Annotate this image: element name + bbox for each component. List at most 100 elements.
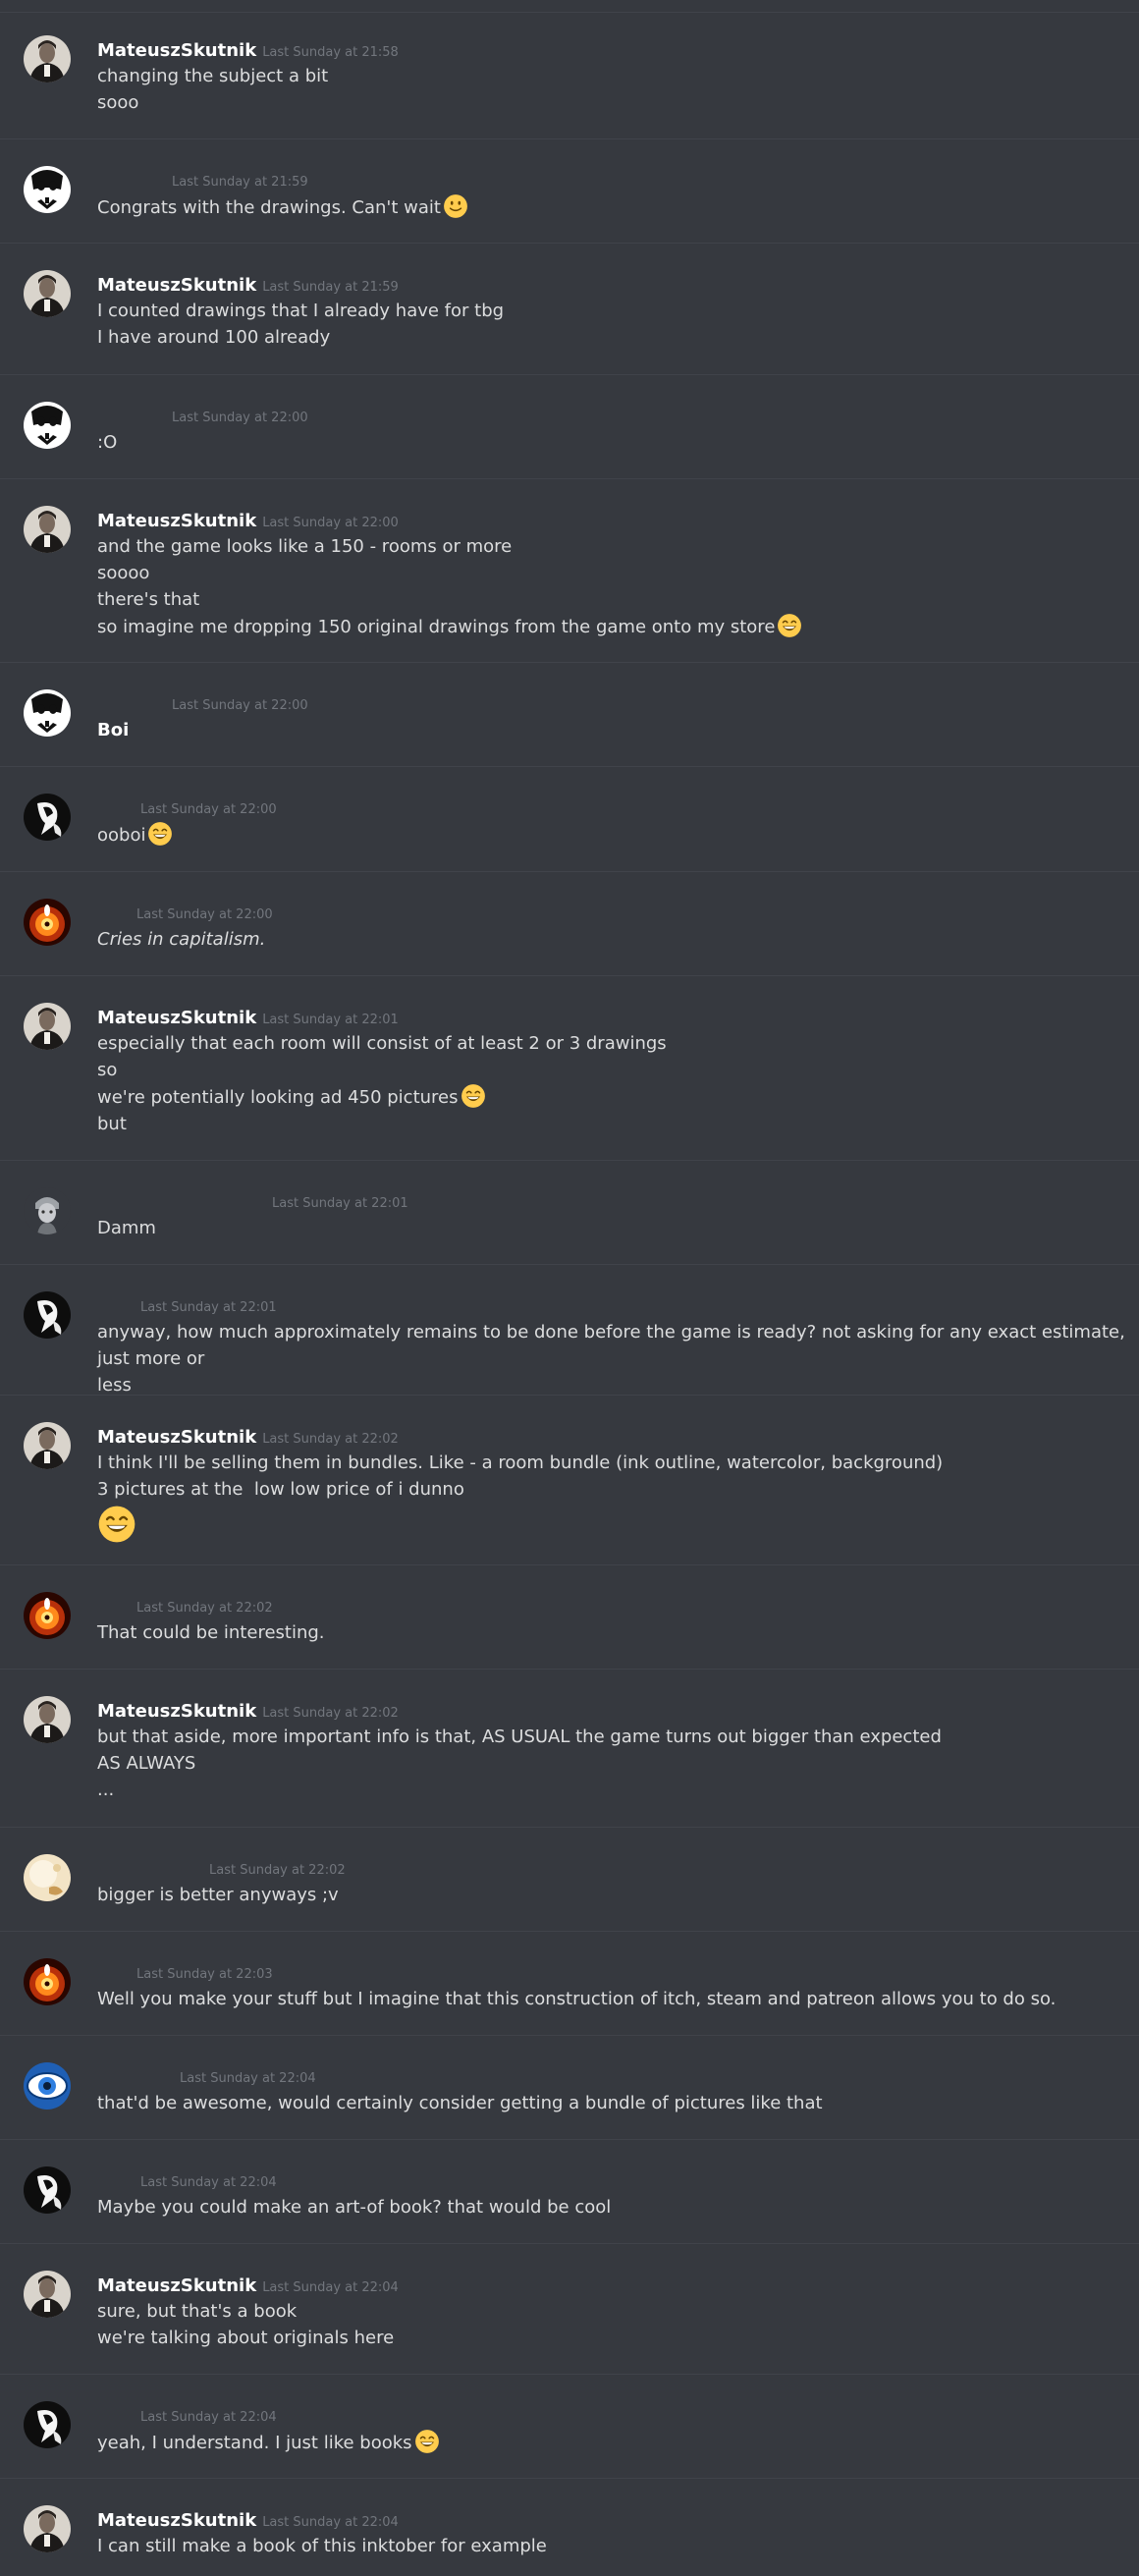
- message-content: sure, but that's a book we're talking abo…: [97, 2298, 1133, 2351]
- timestamp[interactable]: Last Sunday at 22:00: [172, 411, 308, 425]
- message-header: Last Sunday at 22:00: [97, 407, 308, 428]
- timestamp[interactable]: Last Sunday at 22:00: [172, 698, 308, 713]
- message-divider: [0, 766, 1139, 767]
- message-line: there's that: [97, 586, 1133, 613]
- avatar-bw-figure[interactable]: [24, 1291, 71, 1339]
- avatar-mask[interactable]: [24, 166, 71, 213]
- avatar-blue-eye[interactable]: [24, 2062, 71, 2110]
- avatar-fire-eye[interactable]: [24, 1592, 71, 1639]
- message-line: ...: [97, 1777, 1133, 1803]
- timestamp[interactable]: Last Sunday at 22:04: [140, 2175, 277, 2190]
- message-line: Congrats with the drawings. Can't wait: [97, 193, 1133, 221]
- message-header: Last Sunday at 22:01: [97, 1296, 277, 1318]
- grinning-face-icon: [98, 1506, 136, 1543]
- message-divider: [0, 2374, 1139, 2375]
- avatar-cream-circle[interactable]: [24, 1854, 71, 1901]
- timestamp[interactable]: Last Sunday at 22:00: [262, 516, 399, 530]
- message-text: 3 pictures at the low low price of i dun…: [97, 1479, 464, 1500]
- message-line: :O: [97, 429, 1133, 456]
- message-text: bigger is better anyways ;v: [97, 1885, 339, 1905]
- slightly-smiling-face-icon: [444, 194, 467, 218]
- username[interactable]: MateuszSkutnik: [97, 1701, 256, 1722]
- message-line: [97, 1503, 1133, 1546]
- avatar-mask[interactable]: [24, 689, 71, 737]
- message-line: especially that each room will consist o…: [97, 1030, 1133, 1057]
- message-header: Last Sunday at 22:04: [97, 2067, 316, 2089]
- avatar-bw-figure[interactable]: [24, 794, 71, 841]
- timestamp[interactable]: Last Sunday at 21:59: [172, 175, 308, 190]
- message-text: anyway, how much approximately remains t…: [97, 1322, 1131, 1369]
- message-text: Boi: [97, 720, 130, 740]
- message-content: that'd be awesome, would certainly consi…: [97, 2090, 1133, 2116]
- avatar-gray-character[interactable]: [24, 1187, 71, 1234]
- timestamp[interactable]: Last Sunday at 22:04: [140, 2410, 277, 2425]
- avatar-portrait[interactable]: [24, 2505, 71, 2552]
- message-text: and the game looks like a 150 - rooms or…: [97, 536, 513, 557]
- avatar-portrait[interactable]: [24, 270, 71, 317]
- message-divider: [0, 243, 1139, 244]
- timestamp[interactable]: Last Sunday at 22:02: [262, 1706, 399, 1721]
- timestamp[interactable]: Last Sunday at 22:01: [140, 1300, 277, 1315]
- avatar-portrait[interactable]: [24, 506, 71, 553]
- avatar-portrait[interactable]: [24, 35, 71, 82]
- message-content: bigger is better anyways ;v: [97, 1882, 1133, 1908]
- timestamp[interactable]: Last Sunday at 22:04: [262, 2515, 399, 2530]
- message-divider: [0, 2035, 1139, 2036]
- username[interactable]: MateuszSkutnik: [97, 2510, 256, 2531]
- timestamp[interactable]: Last Sunday at 22:00: [136, 907, 273, 922]
- timestamp[interactable]: Last Sunday at 22:00: [140, 802, 277, 817]
- timestamp[interactable]: Last Sunday at 22:01: [272, 1196, 408, 1211]
- avatar-portrait[interactable]: [24, 1422, 71, 1469]
- message-line: we're potentially looking ad 450 picture…: [97, 1083, 1133, 1111]
- message-header: Last Sunday at 22:02: [97, 1859, 346, 1881]
- message-line: changing the subject a bit: [97, 63, 1133, 89]
- timestamp[interactable]: Last Sunday at 22:04: [262, 2280, 399, 2295]
- username[interactable]: MateuszSkutnik: [97, 275, 256, 296]
- avatar-portrait[interactable]: [24, 1696, 71, 1743]
- message-text: I think I'll be selling them in bundles.…: [97, 1452, 944, 1473]
- message-divider: [0, 12, 1139, 13]
- timestamp[interactable]: Last Sunday at 21:58: [262, 45, 399, 60]
- message-line: so: [97, 1057, 1133, 1083]
- message-text: less: [97, 1375, 132, 1396]
- timestamp[interactable]: Last Sunday at 22:02: [136, 1601, 273, 1616]
- avatar-portrait[interactable]: [24, 1003, 71, 1050]
- avatar-bw-figure[interactable]: [24, 2401, 71, 2448]
- timestamp[interactable]: Last Sunday at 22:01: [262, 1013, 399, 1027]
- message-header: MateuszSkutnik Last Sunday at 22:00: [97, 511, 399, 532]
- username[interactable]: MateuszSkutnik: [97, 1427, 256, 1448]
- message-line: that'd be awesome, would certainly consi…: [97, 2090, 1133, 2116]
- avatar-fire-eye[interactable]: [24, 899, 71, 946]
- timestamp[interactable]: Last Sunday at 22:02: [209, 1863, 346, 1878]
- timestamp[interactable]: Last Sunday at 22:04: [180, 2071, 316, 2086]
- avatar-mask[interactable]: [24, 402, 71, 449]
- message-header: MateuszSkutnik Last Sunday at 22:04: [97, 2510, 399, 2532]
- message-text: sooo: [97, 92, 139, 113]
- message-text: we're talking about originals here: [97, 2328, 395, 2348]
- timestamp[interactable]: Last Sunday at 21:59: [262, 280, 399, 295]
- message-text: That could be interesting.: [97, 1622, 325, 1643]
- message-line: I think I'll be selling them in bundles.…: [97, 1450, 1133, 1476]
- message-text: soooo: [97, 563, 150, 583]
- message-text: that'd be awesome, would certainly consi…: [97, 2093, 823, 2113]
- message-line: yeah, I understand. I just like books: [97, 2429, 1133, 2456]
- message-line: Maybe you could make an art-of book? tha…: [97, 2194, 1133, 2220]
- message-text: changing the subject a bit: [97, 66, 329, 86]
- username[interactable]: MateuszSkutnik: [97, 40, 256, 61]
- message-line: I can still make a book of this inktober…: [97, 2533, 1133, 2559]
- avatar-fire-eye[interactable]: [24, 1958, 71, 2005]
- avatar-bw-figure[interactable]: [24, 2166, 71, 2214]
- timestamp[interactable]: Last Sunday at 22:02: [262, 1432, 399, 1447]
- message-content: Damm: [97, 1215, 1133, 1241]
- username[interactable]: MateuszSkutnik: [97, 1008, 256, 1028]
- avatar-portrait[interactable]: [24, 2271, 71, 2318]
- message-text: but: [97, 1114, 127, 1134]
- timestamp[interactable]: Last Sunday at 22:03: [136, 1967, 273, 1982]
- username[interactable]: MateuszSkutnik: [97, 2275, 256, 2296]
- username[interactable]: MateuszSkutnik: [97, 511, 256, 531]
- message-content: Well you make your stuff but I imagine t…: [97, 1986, 1133, 2012]
- message-text: Congrats with the drawings. Can't wait: [97, 197, 441, 218]
- grinning-face-icon: [461, 1084, 485, 1108]
- message-text: ooboi: [97, 825, 146, 846]
- message-line: sooo: [97, 89, 1133, 116]
